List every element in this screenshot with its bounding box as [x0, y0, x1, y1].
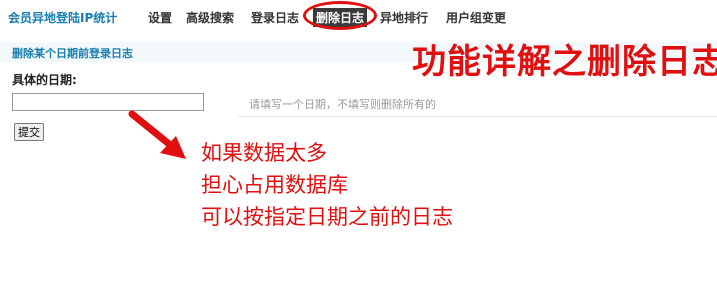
annotation-line-3: 可以按指定日期之前的日志 [201, 205, 453, 229]
nav-item-login-log[interactable]: 登录日志 [251, 9, 299, 26]
top-navigation: 会员异地登陆IP统计 设置 高级搜索 登录日志 删除日志 异地排行 用户组变更 [0, 0, 717, 32]
highlight-ellipse [303, 1, 377, 30]
section-title: 删除某个日期前登录日志 [12, 47, 133, 60]
page: 会员异地登陆IP统计 设置 高级搜索 登录日志 删除日志 异地排行 用户组变更 … [0, 0, 717, 287]
date-field-label: 具体的日期: [12, 73, 77, 87]
submit-button[interactable]: 提交 [14, 123, 44, 141]
nav-item-usergroup-change[interactable]: 用户组变更 [446, 9, 506, 26]
date-hint: 请填写一个日期，不填写则删除所有的 [249, 98, 436, 111]
nav-item-remote-ranking[interactable]: 异地排行 [380, 9, 428, 26]
nav-item-advanced-search[interactable]: 高级搜索 [186, 9, 234, 26]
annotation-title: 功能详解之删除日志 [412, 42, 717, 82]
app-title[interactable]: 会员异地登陆IP统计 [8, 9, 117, 26]
annotation-line-2: 担心占用数据库 [201, 173, 348, 197]
nav-item-settings[interactable]: 设置 [148, 9, 172, 26]
annotation-arrow-icon [128, 110, 186, 159]
form-row-divider [238, 116, 717, 117]
annotation-line-1: 如果数据太多 [201, 141, 327, 165]
